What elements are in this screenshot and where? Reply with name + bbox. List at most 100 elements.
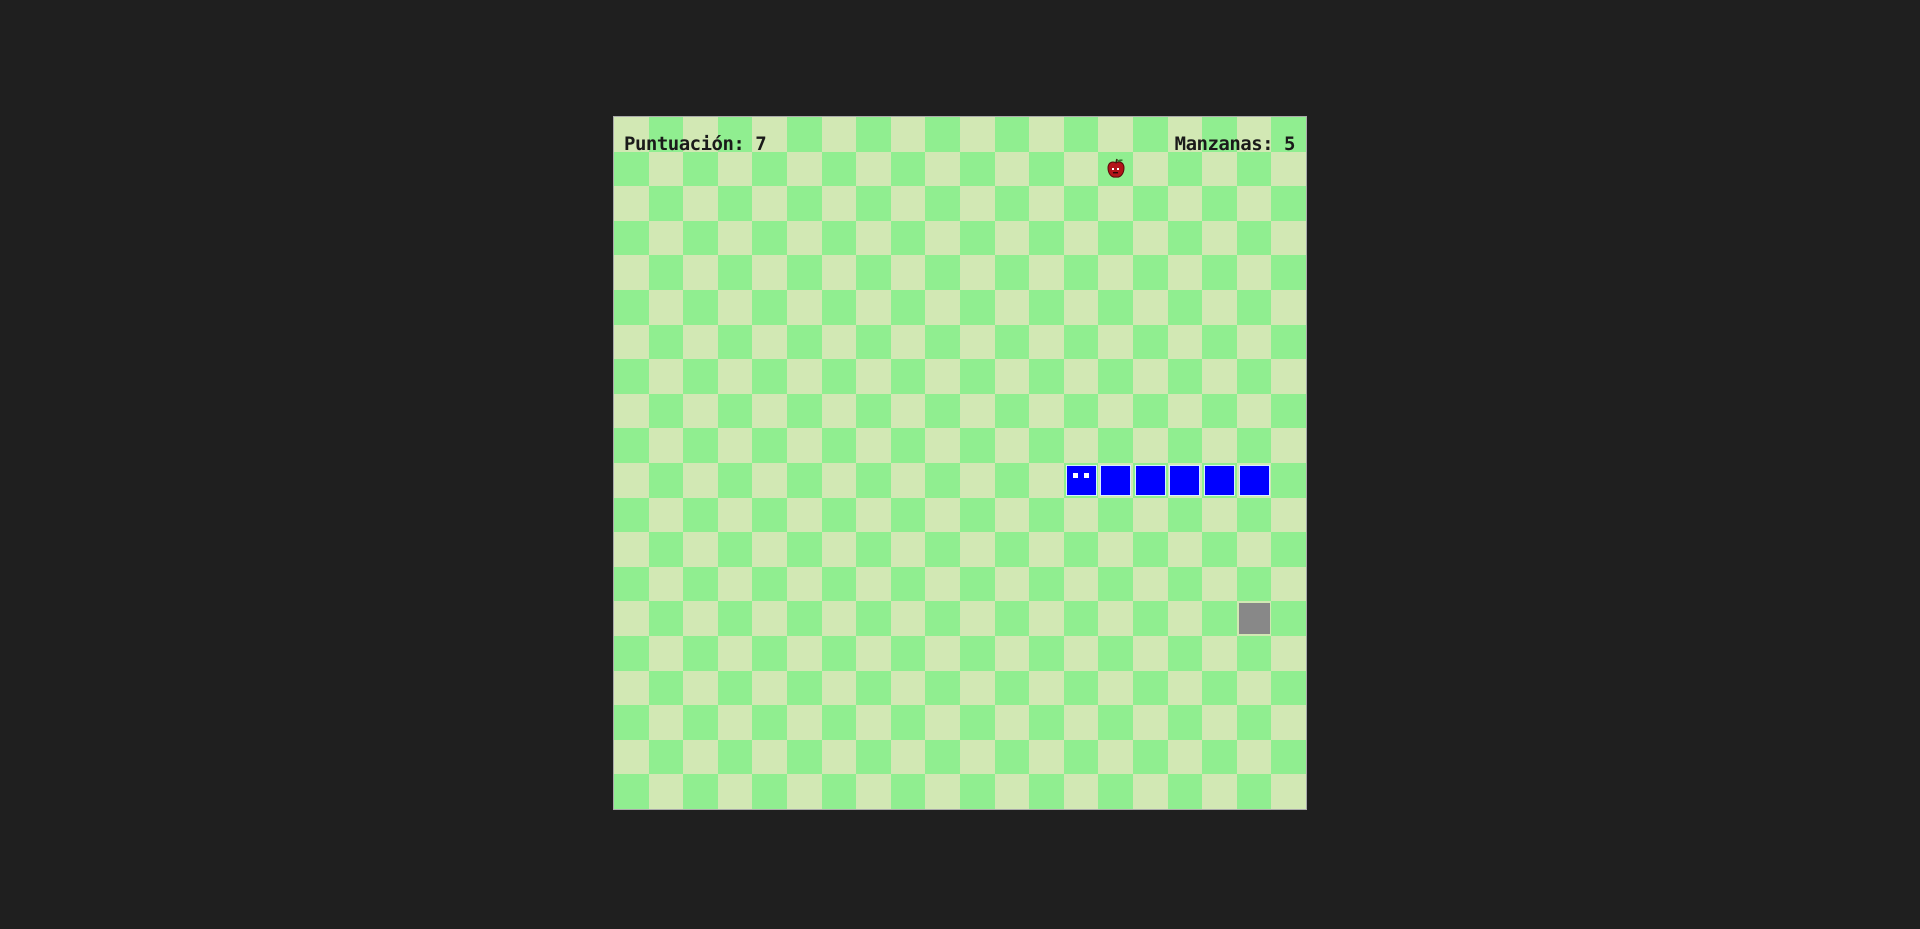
- board-cell: [717, 463, 753, 499]
- board-cell: [1167, 428, 1203, 464]
- board-cell: [1271, 497, 1307, 533]
- board-cell: [717, 670, 753, 706]
- board-cell: [890, 428, 926, 464]
- board-cell: [821, 117, 857, 153]
- board-cell: [1133, 255, 1169, 291]
- board-cell: [787, 151, 823, 187]
- board-cell: [683, 290, 719, 326]
- board-cell: [925, 497, 961, 533]
- board-cell: [1098, 601, 1134, 637]
- checkerboard-grid: [614, 117, 1307, 810]
- board-cell: [1133, 428, 1169, 464]
- board-cell: [1063, 220, 1099, 256]
- board-cell: [683, 497, 719, 533]
- board-cell: [1271, 774, 1307, 810]
- board-cell: [683, 636, 719, 672]
- board-cell: [1236, 636, 1272, 672]
- board-cell: [856, 636, 892, 672]
- board-cell: [1167, 566, 1203, 602]
- board-cell: [1167, 359, 1203, 395]
- board-cell: [890, 393, 926, 429]
- board-cell: [752, 532, 788, 568]
- board-cell: [1271, 601, 1307, 637]
- board-cell: [856, 324, 892, 360]
- board-cell: [1202, 290, 1238, 326]
- board-cell: [994, 636, 1030, 672]
- board-cell: [1063, 428, 1099, 464]
- board-cell: [683, 670, 719, 706]
- board-cell: [1202, 532, 1238, 568]
- board-cell: [752, 636, 788, 672]
- board-cell: [614, 463, 650, 499]
- board-cell: [1133, 186, 1169, 222]
- board-cell: [683, 774, 719, 810]
- board-cell: [614, 186, 650, 222]
- board-cell: [890, 186, 926, 222]
- board-cell: [1202, 566, 1238, 602]
- board-cell: [821, 463, 857, 499]
- board-cell: [960, 186, 996, 222]
- board-cell: [787, 290, 823, 326]
- board-cell: [1063, 774, 1099, 810]
- board-cell: [1271, 705, 1307, 741]
- board-cell: [925, 117, 961, 153]
- board-cell: [648, 774, 684, 810]
- board-cell: [1236, 428, 1272, 464]
- board-cell: [1167, 705, 1203, 741]
- board-cell: [787, 463, 823, 499]
- board-cell: [1167, 670, 1203, 706]
- board-cell: [856, 774, 892, 810]
- board-cell: [1029, 255, 1065, 291]
- board-cell: [1236, 290, 1272, 326]
- board-cell: [1167, 497, 1203, 533]
- board-cell: [1236, 705, 1272, 741]
- board-cell: [960, 359, 996, 395]
- board-cell: [960, 117, 996, 153]
- board-cell: [890, 601, 926, 637]
- board-cell: [890, 566, 926, 602]
- board-cell: [856, 670, 892, 706]
- board-cell: [648, 463, 684, 499]
- board-cell: [1063, 601, 1099, 637]
- board-cell: [614, 497, 650, 533]
- board-cell: [821, 186, 857, 222]
- board-cell: [787, 601, 823, 637]
- board-cell: [614, 220, 650, 256]
- board-cell: [752, 566, 788, 602]
- board-cell: [1271, 290, 1307, 326]
- board-cell: [648, 636, 684, 672]
- board-cell: [1202, 359, 1238, 395]
- board-cell: [787, 566, 823, 602]
- board-cell: [752, 324, 788, 360]
- board-cell: [1236, 670, 1272, 706]
- board-cell: [648, 705, 684, 741]
- board-cell: [1202, 739, 1238, 775]
- board-cell: [717, 774, 753, 810]
- board-cell: [752, 463, 788, 499]
- board-cell: [856, 220, 892, 256]
- board-cell: [1133, 117, 1169, 153]
- board-cell: [1098, 324, 1134, 360]
- board-cell: [960, 393, 996, 429]
- board-cell: [1063, 186, 1099, 222]
- board-cell: [683, 220, 719, 256]
- board-cell: [787, 186, 823, 222]
- board-cell: [960, 463, 996, 499]
- board-cell: [1202, 393, 1238, 429]
- board-cell: [890, 255, 926, 291]
- board-cell: [1029, 428, 1065, 464]
- score-label: Puntuación: 7: [624, 133, 767, 155]
- board-cell: [1133, 636, 1169, 672]
- board-cell: [890, 220, 926, 256]
- board-cell: [960, 255, 996, 291]
- board-cell: [1271, 186, 1307, 222]
- board-cell: [683, 566, 719, 602]
- board-cell: [1133, 532, 1169, 568]
- board-cell: [821, 636, 857, 672]
- board-cell: [787, 636, 823, 672]
- board-cell: [717, 255, 753, 291]
- board-cell: [614, 705, 650, 741]
- game-board[interactable]: Puntuación: 7 Manzanas: 5: [613, 116, 1307, 810]
- board-cell: [1202, 705, 1238, 741]
- board-cell: [925, 670, 961, 706]
